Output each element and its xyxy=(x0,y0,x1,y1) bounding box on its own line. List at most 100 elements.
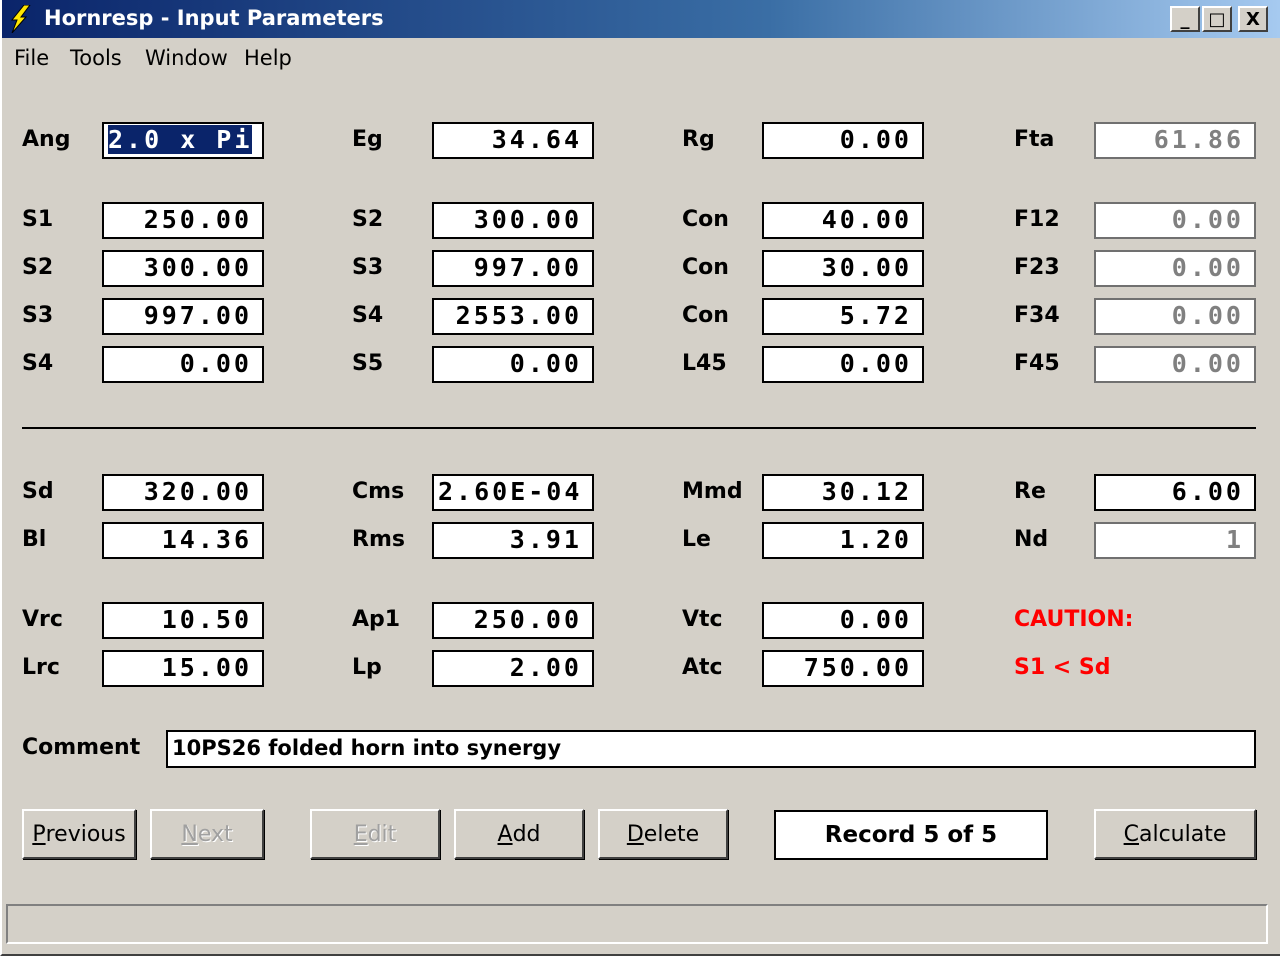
previous-button[interactable]: Previous xyxy=(22,809,136,859)
edit-accel: E xyxy=(353,821,368,847)
calculate-label: alculate xyxy=(1138,821,1227,847)
vtc-label: Vtc xyxy=(682,607,723,632)
rms-label: Rms xyxy=(352,527,405,552)
con2-input[interactable]: 30.00 xyxy=(762,250,924,287)
status-bar xyxy=(6,904,1268,944)
s1-label: S1 xyxy=(22,207,54,232)
minimize-button[interactable]: _ xyxy=(1170,6,1200,32)
ang-input[interactable]: 2.0 x Pi xyxy=(102,122,264,159)
previous-accel: P xyxy=(32,821,46,847)
f12-output: 0.00 xyxy=(1094,202,1256,239)
ap1-input[interactable]: 250.00 xyxy=(432,602,594,639)
s1-input[interactable]: 250.00 xyxy=(102,202,264,239)
edit-label: dit xyxy=(367,821,397,847)
ap1-label: Ap1 xyxy=(352,607,401,632)
con1-label: Con xyxy=(682,207,729,232)
s2-seg2-label: S2 xyxy=(22,255,54,280)
menu-file[interactable]: File xyxy=(14,46,49,70)
add-label: dd xyxy=(512,821,541,847)
vrc-input[interactable]: 10.50 xyxy=(102,602,264,639)
vtc-input[interactable]: 0.00 xyxy=(762,602,924,639)
s3-label: S3 xyxy=(352,255,384,280)
caution-message: S1 < Sd xyxy=(1014,655,1111,680)
nd-input[interactable]: 1 xyxy=(1094,522,1256,559)
f45-output: 0.00 xyxy=(1094,346,1256,383)
le-input[interactable]: 1.20 xyxy=(762,522,924,559)
con3-label: Con xyxy=(682,303,729,328)
atc-input[interactable]: 750.00 xyxy=(762,650,924,687)
s3-seg3-label: S3 xyxy=(22,303,54,328)
maximize-button[interactable]: □ xyxy=(1202,6,1232,32)
previous-label: revious xyxy=(45,821,126,847)
cms-input[interactable]: 2.60E-04 xyxy=(432,474,594,511)
menu-tools[interactable]: Tools xyxy=(70,46,122,70)
record-indicator: Record 5 of 5 xyxy=(774,810,1048,860)
f23-label: F23 xyxy=(1014,255,1060,280)
f34-output: 0.00 xyxy=(1094,298,1256,335)
delete-accel: D xyxy=(626,821,644,847)
rms-input[interactable]: 3.91 xyxy=(432,522,594,559)
comment-input[interactable]: 10PS26 folded horn into synergy xyxy=(166,730,1256,768)
rg-label: Rg xyxy=(682,127,715,152)
mmd-label: Mmd xyxy=(682,479,743,504)
title-bar[interactable]: Hornresp - Input Parameters _ □ X xyxy=(0,0,1280,38)
comment-label: Comment xyxy=(22,735,141,760)
l45-label: L45 xyxy=(682,351,727,376)
nd-label: Nd xyxy=(1014,527,1049,552)
sd-label: Sd xyxy=(22,479,54,504)
calculate-button[interactable]: Calculate xyxy=(1094,809,1256,859)
lp-input[interactable]: 2.00 xyxy=(432,650,594,687)
menu-bar: File Tools Window Help xyxy=(0,42,1280,76)
s5-input[interactable]: 0.00 xyxy=(432,346,594,383)
bl-label: Bl xyxy=(22,527,47,552)
calculate-accel: C xyxy=(1123,821,1139,847)
lrc-input[interactable]: 15.00 xyxy=(102,650,264,687)
rg-input[interactable]: 0.00 xyxy=(762,122,924,159)
s5-label: S5 xyxy=(352,351,384,376)
re-label: Re xyxy=(1014,479,1046,504)
con1-input[interactable]: 40.00 xyxy=(762,202,924,239)
edit-button[interactable]: Edit xyxy=(310,809,440,859)
f45-label: F45 xyxy=(1014,351,1060,376)
next-label: ext xyxy=(197,821,233,847)
section-divider xyxy=(22,427,1256,429)
lp-label: Lp xyxy=(352,655,382,680)
s4-seg4-label: S4 xyxy=(22,351,54,376)
window-title: Hornresp - Input Parameters xyxy=(44,6,384,30)
f34-label: F34 xyxy=(1014,303,1060,328)
delete-label: elete xyxy=(643,821,700,847)
re-input[interactable]: 6.00 xyxy=(1094,474,1256,511)
l45-input[interactable]: 0.00 xyxy=(762,346,924,383)
lightning-bolt-icon xyxy=(10,5,31,33)
fta-label: Fta xyxy=(1014,127,1055,152)
close-button[interactable]: X xyxy=(1238,6,1268,32)
s3-seg3-input[interactable]: 997.00 xyxy=(102,298,264,335)
atc-label: Atc xyxy=(682,655,723,680)
add-accel: A xyxy=(497,821,513,847)
ang-label: Ang xyxy=(22,127,71,152)
menu-window[interactable]: Window xyxy=(145,46,228,70)
fta-output: 61.86 xyxy=(1094,122,1256,159)
sd-input[interactable]: 320.00 xyxy=(102,474,264,511)
menu-help[interactable]: Help xyxy=(244,46,292,70)
lrc-label: Lrc xyxy=(22,655,60,680)
s2-input[interactable]: 300.00 xyxy=(432,202,594,239)
f12-label: F12 xyxy=(1014,207,1060,232)
eg-label: Eg xyxy=(352,127,383,152)
delete-button[interactable]: Delete xyxy=(598,809,728,859)
next-button[interactable]: Next xyxy=(150,809,264,859)
le-label: Le xyxy=(682,527,711,552)
s4-label: S4 xyxy=(352,303,384,328)
next-accel: N xyxy=(181,821,198,847)
s4-input[interactable]: 2553.00 xyxy=(432,298,594,335)
con3-input[interactable]: 5.72 xyxy=(762,298,924,335)
ang-value: 2.0 x Pi xyxy=(108,125,253,154)
s4-seg4-input[interactable]: 0.00 xyxy=(102,346,264,383)
add-button[interactable]: Add xyxy=(454,809,584,859)
bl-input[interactable]: 14.36 xyxy=(102,522,264,559)
caution-title: CAUTION: xyxy=(1014,607,1134,632)
s2-seg2-input[interactable]: 300.00 xyxy=(102,250,264,287)
s3-input[interactable]: 997.00 xyxy=(432,250,594,287)
mmd-input[interactable]: 30.12 xyxy=(762,474,924,511)
eg-input[interactable]: 34.64 xyxy=(432,122,594,159)
